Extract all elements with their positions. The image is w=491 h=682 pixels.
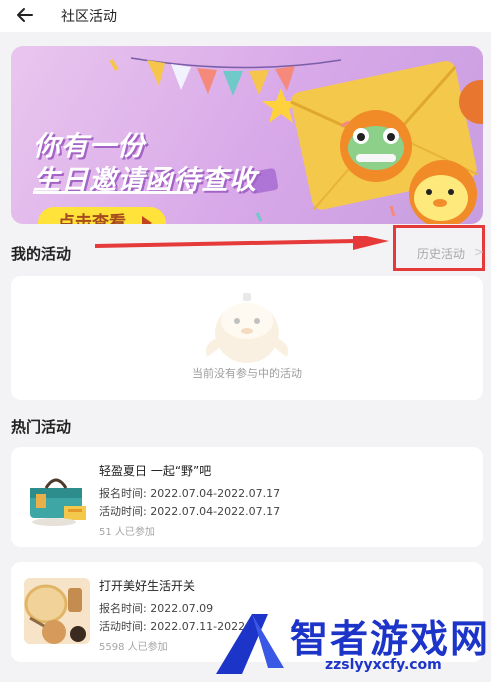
watermark-url: zzslyyxcfy.com (325, 657, 442, 673)
activity-thumbnail (24, 578, 90, 644)
activity-thumbnail (30, 478, 86, 526)
my-activity-title: 我的活动 (11, 245, 72, 263)
my-activity-empty-card: 当前没有参与中的活动 (11, 276, 483, 400)
activity-card[interactable]: 轻盈夏日 一起“野”吧 报名时间: 2022.07.04-2022.07.17 … (11, 447, 483, 547)
cta-arrow-icon (142, 216, 152, 224)
birthday-invite-banner[interactable]: 你有一份 生日邀请函待查收 点击查看 (11, 46, 483, 224)
activity-participants: 5598 人已参加 (99, 642, 168, 653)
empty-mascot-icon (206, 293, 288, 363)
activity-name: 轻盈夏日 一起“野”吧 (99, 464, 212, 478)
activity-signup-time: 报名时间: 2022.07.09 (99, 602, 214, 615)
annotation-arrow (95, 236, 389, 250)
back-arrow-icon[interactable] (14, 4, 36, 26)
top-bar: 社区活动 (0, 0, 491, 32)
chevron-right-icon: > (474, 245, 485, 259)
banner-underline (33, 191, 193, 194)
hot-activity-title: 热门活动 (11, 418, 72, 436)
view-invite-button[interactable]: 点击查看 (38, 207, 166, 224)
page-title: 社区活动 (61, 9, 117, 25)
history-activity-link[interactable]: 历史活动 > (393, 225, 485, 271)
activity-signup-time: 报名时间: 2022.07.04-2022.07.17 (99, 487, 281, 500)
empty-state-text: 当前没有参与中的活动 (192, 367, 302, 380)
activity-participants: 51 人已参加 (99, 527, 155, 538)
view-invite-label: 点击查看 (58, 213, 126, 224)
history-activity-label: 历史活动 (417, 247, 466, 261)
activity-period: 活动时间: 2022.07.04-2022.07.17 (99, 505, 281, 518)
watermark-text: 智者游戏网 (290, 617, 491, 661)
activity-name: 打开美好生活开关 (99, 579, 196, 593)
